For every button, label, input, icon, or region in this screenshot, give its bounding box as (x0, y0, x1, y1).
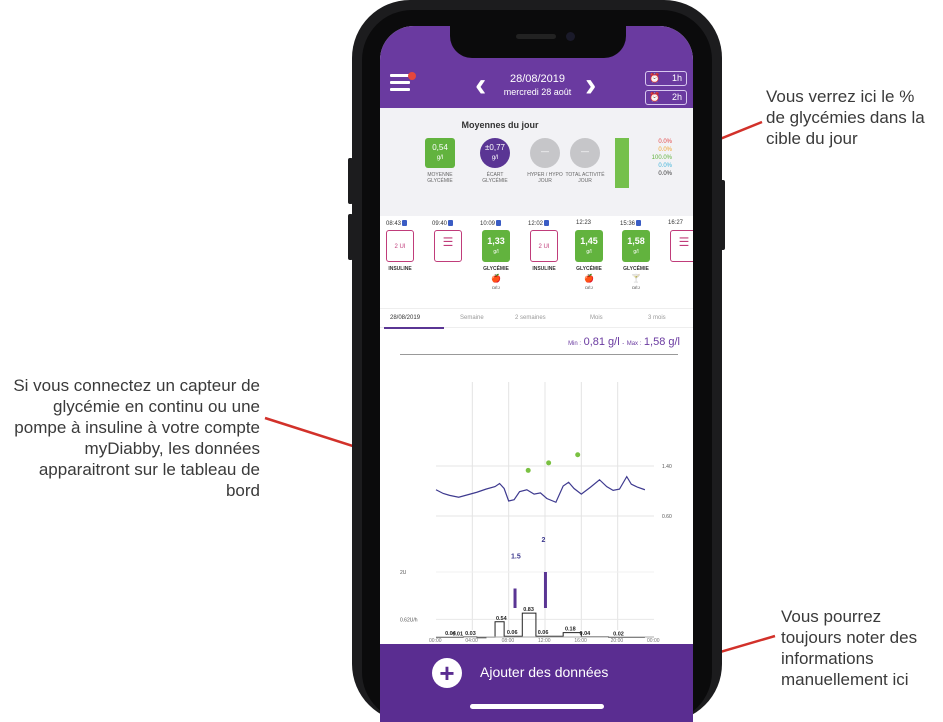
x-tick-label: 08:00 (502, 638, 515, 642)
timeline-time: 09:40 (432, 220, 454, 227)
power-button (720, 180, 725, 250)
glass-icon: 🍸 (631, 274, 641, 283)
activity-total-tile[interactable]: — (570, 138, 600, 168)
average-glucose-label: MOYENNE GLYCÉMIE (427, 172, 453, 184)
hyper-hypo-label: HYPER / HYPO JOUR (527, 172, 563, 184)
basal-label: 0.54 (496, 616, 508, 622)
app-screen: ‹ 28/08/2019 mercredi 28 août › ⏰ 1h ⏰ 2… (380, 26, 693, 722)
meal-indicator: 🍎 DÉJ (584, 274, 594, 290)
min-max-readout: Min : 0,81 g/l - Max : 1,58 g/l (568, 336, 680, 348)
target-percentage-bar (615, 138, 629, 188)
meal-indicator: 🍎 DÉJ (491, 274, 501, 290)
glucose-reading-point (575, 452, 581, 458)
basal-label: 0.04 (580, 631, 592, 637)
insulin-card[interactable]: 2 UI (530, 230, 558, 262)
daily-timeline: 08:43 2 UI INSULINE 09:40 ☰ 10:09 1,33 g/… (380, 216, 693, 306)
active-tab-underline (384, 327, 444, 329)
bolus-bar (543, 572, 547, 608)
alarm-icon: ⏰ (649, 92, 661, 102)
sync-icon (402, 220, 408, 226)
add-data-label[interactable]: Ajouter des données (480, 664, 608, 680)
volume-down-button (348, 214, 353, 260)
notes-card[interactable]: ☰ (434, 230, 462, 262)
ref-label: 0.62U/h (400, 617, 418, 623)
card-label: GLYCÉMIE (483, 266, 509, 272)
timeline-time: 10:09 (480, 220, 502, 227)
x-tick-label: 04:00 (465, 638, 478, 642)
x-tick-label: 00:00 (647, 638, 660, 642)
basal-label: 0.06 (538, 630, 549, 636)
meal-indicator: 🍸 DÉJ (631, 274, 641, 290)
basal-label: 0.18 (565, 627, 576, 633)
glucose-deviation-tile[interactable]: ±0,77 g/l (480, 138, 510, 168)
apple-icon: 🍎 (491, 274, 501, 283)
glucose-deviation-label: ÉCART GLYCÉMIE (482, 172, 508, 184)
timeline-time: 12:02 (528, 220, 550, 227)
glucose-reading-point (525, 467, 531, 473)
glucose-insulin-chart: 1.400.602U0.62U/h1.520.040.01 0.030.540.0… (400, 382, 672, 642)
basal-label: 0.03 (465, 631, 476, 637)
x-tick-label: 12:00 (538, 638, 551, 642)
plus-icon[interactable]: + (432, 658, 462, 688)
card-label: INSULINE (388, 266, 412, 272)
timeline-time: 15:36 (620, 220, 642, 227)
divider (400, 354, 678, 355)
sync-icon (636, 220, 642, 226)
notes-card[interactable]: ☰ (670, 230, 693, 262)
x-tick-label: 20:00 (611, 638, 624, 642)
x-tick-label: 16:00 (574, 638, 587, 642)
ref-label: 0.60 (662, 514, 672, 520)
tab-day[interactable]: 28/08/2019 (390, 315, 420, 321)
home-indicator (470, 704, 604, 709)
ref-label: 1.40 (662, 464, 672, 470)
timeline-time: 12:23 (576, 220, 592, 226)
date-label: 28/08/2019 (509, 73, 566, 85)
period-tabs: 28/08/2019 Semaine 2 semaines Mois 3 moi… (380, 308, 693, 329)
next-day-button[interactable]: › (585, 68, 596, 102)
activity-total-label: TOTAL ACTIVITÉ JOUR (565, 172, 605, 184)
card-label: GLYCÉMIE (576, 266, 602, 272)
ref-label: 2U (400, 570, 407, 576)
alarm-icon: ⏰ (649, 73, 661, 83)
notification-dot (408, 72, 416, 80)
bolus-label: 1.5 (511, 554, 521, 561)
day-label: mercredi 28 août (503, 87, 572, 97)
card-label: INSULINE (532, 266, 556, 272)
glucose-card[interactable]: 1,45 g/l (575, 230, 603, 262)
cgm-line (435, 475, 646, 504)
x-tick-label: 00:00 (429, 638, 442, 642)
sync-icon (448, 220, 454, 226)
bolus-bar (513, 588, 517, 608)
tab-week[interactable]: Semaine (460, 315, 484, 321)
tab-month[interactable]: Mois (590, 315, 603, 321)
target-percentage-list: 0.0% 0.0% 100.0% 0.0% 0.0% (651, 139, 672, 177)
volume-up-button (348, 158, 353, 204)
sync-icon (544, 220, 550, 226)
glucose-card[interactable]: 1,33 g/l (482, 230, 510, 262)
insulin-card[interactable]: 2 UI (386, 230, 414, 262)
timer-1h-button[interactable]: ⏰ 1h (645, 71, 687, 86)
add-data-bar[interactable]: + Ajouter des données (380, 644, 693, 722)
timeline-time: 08:43 (386, 220, 408, 227)
tab-two-weeks[interactable]: 2 semaines (515, 315, 546, 321)
averages-title: Moyennes du jour (461, 120, 539, 130)
basal-label: 0.83 (523, 607, 534, 613)
sync-icon (496, 220, 502, 226)
glucose-reading-point (546, 460, 552, 466)
hyper-hypo-tile[interactable]: — (530, 138, 560, 168)
tab-three-months[interactable]: 3 mois (648, 315, 666, 321)
apple-icon: 🍎 (584, 274, 594, 283)
average-glucose-tile[interactable]: 0,54 g/l (425, 138, 455, 168)
phone-notch (450, 22, 626, 58)
bolus-label: 2 (541, 537, 545, 544)
timeline-time: 16:27 (668, 220, 684, 226)
glucose-card[interactable]: 1,58 g/l (622, 230, 650, 262)
daily-averages-panel: Moyennes du jour 0,54 g/l MOYENNE GLYCÉM… (380, 108, 693, 216)
previous-day-button[interactable]: ‹ (475, 68, 486, 102)
timer-2h-button[interactable]: ⏰ 2h (645, 90, 687, 105)
card-label: GLYCÉMIE (623, 266, 649, 272)
basal-label: 0.06 (507, 630, 518, 636)
date-display: 28/08/2019 mercredi 28 août (490, 73, 585, 99)
